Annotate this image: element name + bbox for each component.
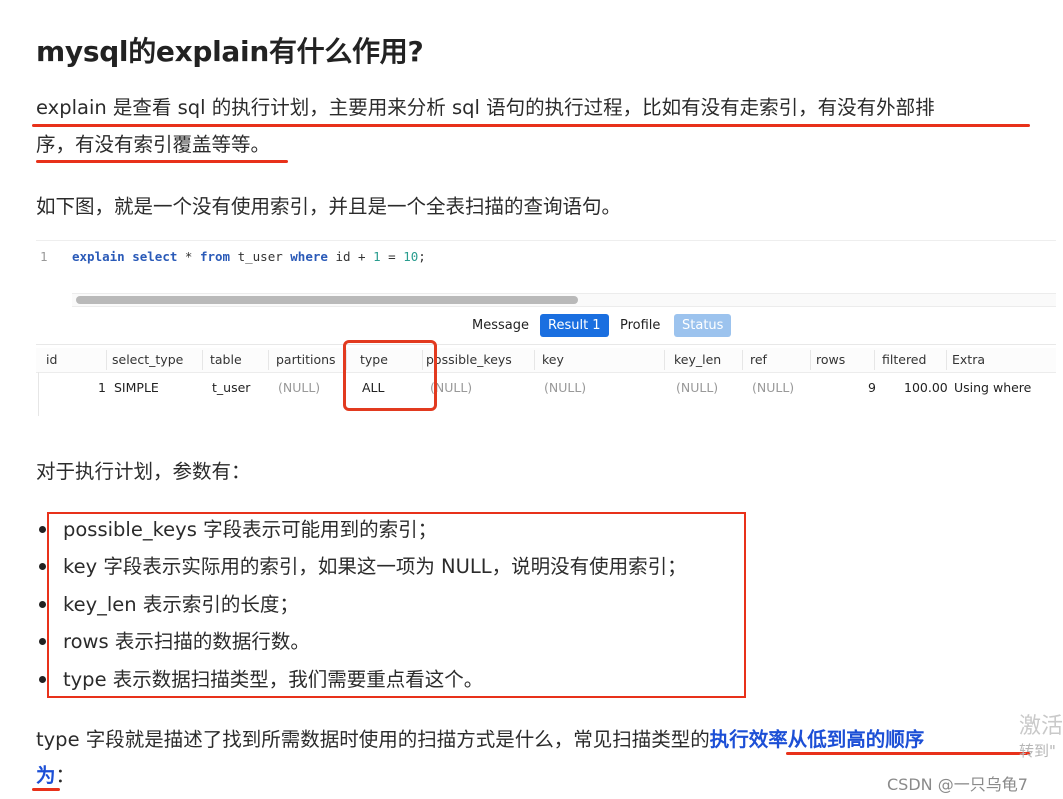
code-number: 10 bbox=[403, 249, 419, 264]
cell-filtered[interactable]: 100.00 bbox=[904, 380, 948, 395]
activation-watermark-sub: 转到" bbox=[1019, 742, 1056, 760]
list-item: possible_keys 字段表示可能用到的索引； bbox=[63, 518, 438, 541]
code-text: t_user bbox=[230, 249, 291, 264]
explain-screenshot: 1 explain select * from t_user where id … bbox=[36, 240, 1056, 420]
code-text: * bbox=[177, 249, 200, 264]
intro-underline-1 bbox=[32, 124, 1030, 127]
column-separator bbox=[106, 350, 107, 370]
grid-divider bbox=[38, 372, 39, 416]
col-header[interactable]: key bbox=[542, 352, 564, 367]
sql-editor[interactable]: 1 explain select * from t_user where id … bbox=[36, 240, 1056, 307]
column-separator bbox=[664, 350, 665, 370]
column-separator bbox=[202, 350, 203, 370]
column-separator bbox=[742, 350, 743, 370]
intro-underline-2 bbox=[36, 160, 288, 163]
activation-watermark: 激活 bbox=[1019, 714, 1063, 739]
result-grid: id select_type table partitions type pos… bbox=[36, 348, 1056, 420]
code-number: 1 bbox=[373, 249, 381, 264]
list-item: key 字段表示实际用的索引，如果这一项为 NULL，说明没有使用索引； bbox=[63, 555, 687, 578]
code-keyword: where bbox=[290, 249, 328, 264]
col-header[interactable]: possible_keys bbox=[426, 352, 512, 367]
intro-line-1: explain 是查看 sql 的执行计划，主要用来分析 sql 语句的执行过程… bbox=[36, 96, 935, 119]
code-keyword: select bbox=[132, 249, 178, 264]
col-header[interactable]: ref bbox=[750, 352, 767, 367]
col-header[interactable]: Extra bbox=[952, 352, 985, 367]
intro-line-2: 序，有没有索引覆盖等等。 bbox=[36, 133, 271, 156]
tab-message[interactable]: Message bbox=[464, 314, 537, 337]
tab-status[interactable]: Status bbox=[674, 314, 732, 337]
cell-rows[interactable]: 9 bbox=[868, 380, 876, 395]
bullet-icon bbox=[39, 563, 46, 570]
list-item: type 表示数据扫描类型，我们需要重点看这个。 bbox=[63, 668, 484, 691]
column-separator bbox=[810, 350, 811, 370]
cell-ref[interactable]: (NULL) bbox=[752, 380, 794, 395]
code-text: = bbox=[380, 249, 404, 264]
efficiency-order-link-2[interactable]: 为 bbox=[36, 764, 56, 787]
column-separator bbox=[534, 350, 535, 370]
line-number: 1 bbox=[40, 249, 48, 264]
page-title: mysql的explain有什么作用? bbox=[36, 35, 424, 68]
code-text: ; bbox=[418, 249, 426, 264]
csdn-watermark: CSDN @一只乌龟7 bbox=[887, 775, 1028, 794]
link-underline-1 bbox=[786, 752, 1030, 755]
list-item: rows 表示扫描的数据行数。 bbox=[63, 630, 310, 653]
efficiency-order-link[interactable]: 执行效率从低到高的顺序 bbox=[710, 728, 925, 751]
cell-id[interactable]: 1 bbox=[98, 380, 106, 395]
column-separator bbox=[874, 350, 875, 370]
type-text-end: ： bbox=[55, 764, 76, 787]
bullet-icon bbox=[39, 601, 46, 608]
tab-profile[interactable]: Profile bbox=[612, 314, 668, 337]
type-text: type 字段就是描述了找到所需数据时使用的扫描方式是什么，常见扫描类型的 bbox=[36, 728, 710, 751]
params-title: 对于执行计划，参数有： bbox=[36, 460, 251, 483]
column-separator bbox=[946, 350, 947, 370]
cell-partitions[interactable]: (NULL) bbox=[278, 380, 320, 395]
col-header[interactable]: key_len bbox=[674, 352, 721, 367]
horizontal-scrollbar[interactable] bbox=[72, 293, 1056, 307]
cell-key-len[interactable]: (NULL) bbox=[676, 380, 718, 395]
col-header[interactable]: rows bbox=[816, 352, 845, 367]
cell-table[interactable]: t_user bbox=[212, 380, 250, 395]
cell-key[interactable]: (NULL) bbox=[544, 380, 586, 395]
list-item: key_len 表示索引的长度； bbox=[63, 593, 299, 616]
tab-result-1[interactable]: Result 1 bbox=[540, 314, 609, 337]
bullet-icon bbox=[39, 638, 46, 645]
col-header[interactable]: filtered bbox=[882, 352, 926, 367]
col-header[interactable]: id bbox=[46, 352, 57, 367]
code-text: id + bbox=[327, 249, 374, 264]
code-keyword: from bbox=[199, 249, 231, 264]
col-header[interactable]: select_type bbox=[112, 352, 183, 367]
result-tabs: Message Result 1 Profile Status bbox=[36, 308, 1056, 345]
scrollbar-thumb[interactable] bbox=[76, 296, 578, 304]
type-column-highlight bbox=[343, 340, 437, 411]
sql-code: explain select * from t_user where id + … bbox=[72, 249, 426, 264]
description-text: 如下图，就是一个没有使用索引，并且是一个全表扫描的查询语句。 bbox=[36, 195, 622, 218]
cell-select-type[interactable]: SIMPLE bbox=[114, 380, 159, 395]
bullet-icon bbox=[39, 676, 46, 683]
col-header[interactable]: table bbox=[210, 352, 242, 367]
bullet-icon bbox=[39, 526, 46, 533]
cell-extra[interactable]: Using where bbox=[954, 380, 1031, 395]
code-keyword: explain bbox=[72, 249, 125, 264]
col-header[interactable]: partitions bbox=[276, 352, 336, 367]
column-separator bbox=[268, 350, 269, 370]
link-underline-2 bbox=[32, 788, 60, 791]
